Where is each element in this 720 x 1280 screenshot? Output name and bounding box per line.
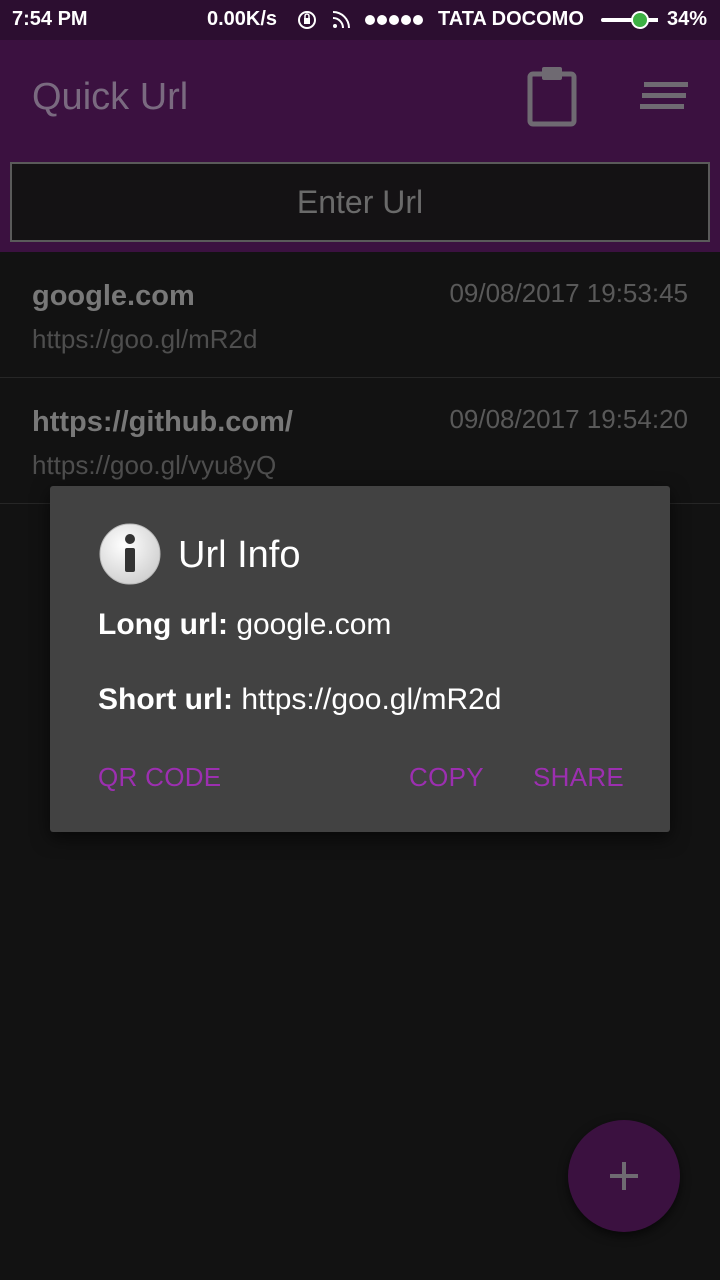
share-button[interactable]: SHARE xyxy=(533,762,624,793)
status-speed: 0.00K/s xyxy=(207,8,278,30)
dialog-title: Url Info xyxy=(178,534,301,576)
long-url-row: Long url: google.com xyxy=(98,608,391,642)
url-input[interactable] xyxy=(12,164,708,240)
url-input-container xyxy=(10,162,710,242)
long-url-text: google.com xyxy=(32,280,195,312)
short-url-text: https://goo.gl/mR2d xyxy=(32,324,258,354)
url-info-dialog: Url Info Long url: google.com Short url:… xyxy=(50,486,670,832)
clipboard-icon xyxy=(527,67,577,127)
rotation-lock-icon xyxy=(298,11,316,29)
long-url-text: https://github.com/ xyxy=(32,406,293,438)
short-url-label: Short url: xyxy=(98,683,233,716)
qr-code-button[interactable]: QR CODE xyxy=(98,762,221,793)
add-url-fab[interactable] xyxy=(568,1120,680,1232)
status-carrier: TATA DOCOMO xyxy=(438,8,584,30)
short-url-row: Short url: https://goo.gl/mR2d xyxy=(98,683,502,717)
plus-icon xyxy=(610,1162,638,1190)
wifi-icon xyxy=(332,11,350,29)
status-bar: 7:54 PM 0.00K/s TATA DOCOMO 34% xyxy=(0,0,720,40)
long-url-value: google.com xyxy=(236,608,392,641)
copy-button[interactable]: COPY xyxy=(409,762,484,793)
status-battery: 34% xyxy=(667,8,708,30)
app-bar: Quick Url xyxy=(0,40,720,252)
clipboard-button[interactable] xyxy=(524,64,580,128)
signal-dots-icon xyxy=(365,15,423,25)
date-text: 09/08/2017 19:54:20 xyxy=(449,404,688,434)
list-item[interactable]: google.com https://goo.gl/mR2d 09/08/201… xyxy=(0,252,720,378)
status-time: 7:54 PM xyxy=(12,8,88,30)
short-url-value: https://goo.gl/mR2d xyxy=(241,683,502,716)
date-text: 09/08/2017 19:53:45 xyxy=(449,278,688,308)
short-url-text: https://goo.gl/vyu8yQ xyxy=(32,450,277,480)
app-title: Quick Url xyxy=(32,76,189,118)
menu-icon xyxy=(640,82,688,109)
info-icon xyxy=(99,523,161,585)
menu-button[interactable] xyxy=(636,76,692,116)
battery-icon xyxy=(601,11,658,29)
long-url-label: Long url: xyxy=(98,608,228,641)
